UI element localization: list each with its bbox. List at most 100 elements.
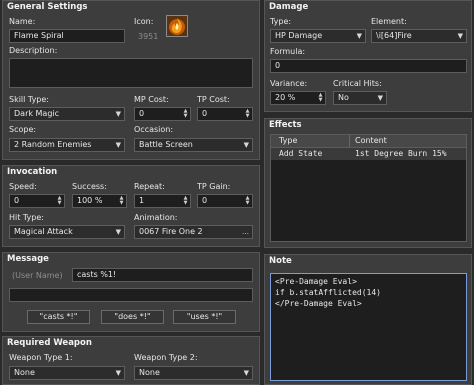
hit-type-select[interactable]: Magical Attack ▼: [9, 225, 125, 239]
chevron-down-icon: ▼: [243, 369, 249, 377]
animation-select[interactable]: 0067 Fire One 2 …: [134, 225, 253, 239]
required-weapon-title: Required Weapon: [7, 338, 92, 348]
tp-cost-value: 0: [202, 109, 208, 118]
col-content-header[interactable]: Content: [355, 136, 387, 145]
chevron-down-icon: ▼: [115, 228, 121, 236]
effects-table[interactable]: Type Content Add State 1st Degree Burn 1…: [270, 134, 467, 242]
tp-cost-spinner[interactable]: 0 ▲ ▼: [197, 107, 253, 121]
spinner-arrows-icon[interactable]: ▲ ▼: [244, 109, 251, 119]
mp-cost-label: MP Cost:: [134, 95, 169, 104]
invocation-title: Invocation: [7, 167, 58, 177]
effects-panel: Effects Type Content Add State 1st Degre…: [264, 118, 472, 248]
element-select[interactable]: \i[64]Fire ▼: [371, 29, 467, 43]
message-line1-input[interactable]: casts %1!: [72, 268, 253, 282]
weapon-type1-value: None: [14, 368, 35, 377]
tp-gain-spinner[interactable]: 0 ▲ ▼: [197, 194, 253, 208]
tp-gain-value: 0: [202, 196, 208, 205]
hit-type-value: Magical Attack: [14, 227, 73, 236]
message-line2-input[interactable]: [9, 288, 253, 302]
message-panel: Message (User Name) casts %1! "casts *!"…: [2, 252, 260, 332]
weapon-type1-select[interactable]: None ▼: [9, 366, 125, 380]
user-name-placeholder: (User Name): [12, 271, 63, 280]
mp-cost-value: 0: [139, 109, 145, 118]
scope-value: 2 Random Enemies: [14, 140, 92, 149]
note-title: Note: [269, 256, 292, 266]
damage-title: Damage: [269, 2, 309, 12]
note-line: <Pre-Damage Eval>: [275, 277, 357, 286]
scope-label: Scope:: [9, 125, 37, 134]
repeat-spinner[interactable]: 1 ▲ ▼: [134, 194, 191, 208]
description-label: Description:: [9, 46, 58, 55]
critical-hits-value: No: [338, 93, 349, 102]
formula-label: Formula:: [270, 47, 306, 56]
scope-select[interactable]: 2 Random Enemies ▼: [9, 138, 125, 152]
effect-content-cell: 1st Degree Burn 15%: [355, 149, 447, 158]
chevron-down-icon: ▼: [243, 141, 249, 149]
does-button[interactable]: "does *!": [101, 310, 164, 324]
skill-type-select[interactable]: Dark Magic ▼: [9, 107, 125, 121]
variance-value: 20 %: [275, 93, 296, 102]
variance-spinner[interactable]: 20 % ▲ ▼: [270, 91, 326, 105]
damage-type-value: HP Damage: [275, 31, 323, 40]
general-settings-title: General Settings: [7, 2, 88, 12]
chevron-down-icon: ▼: [356, 32, 362, 40]
table-row[interactable]: Add State 1st Degree Burn 15%: [271, 148, 466, 160]
message-title: Message: [7, 254, 49, 264]
damage-type-select[interactable]: HP Damage ▼: [270, 29, 366, 43]
weapon-type1-label: Weapon Type 1:: [9, 353, 73, 362]
effects-title: Effects: [269, 120, 302, 130]
casts-button[interactable]: "casts *!": [27, 310, 90, 324]
chevron-down-icon: ▼: [457, 32, 463, 40]
effects-header: Type Content: [271, 135, 466, 148]
col-type-header[interactable]: Type: [279, 136, 297, 145]
weapon-type2-select[interactable]: None ▼: [134, 366, 253, 380]
flame-spiral-icon[interactable]: [166, 15, 188, 37]
critical-hits-select[interactable]: No ▼: [333, 91, 387, 105]
name-label: Name:: [9, 17, 36, 26]
note-line: </Pre-Damage Eval>: [275, 299, 362, 308]
description-textarea[interactable]: [9, 58, 253, 88]
spinner-arrows-icon[interactable]: ▲ ▼: [182, 109, 189, 119]
hit-type-label: Hit Type:: [9, 213, 44, 222]
element-value: \i[64]Fire: [376, 31, 412, 40]
note-line: if b.statAfflicted(14): [275, 288, 381, 297]
spinner-arrows-icon[interactable]: ▲ ▼: [244, 196, 251, 206]
damage-type-label: Type:: [270, 17, 292, 26]
variance-label: Variance:: [270, 79, 308, 88]
note-textarea[interactable]: <Pre-Damage Eval> if b.statAfflicted(14)…: [270, 273, 467, 381]
mp-cost-spinner[interactable]: 0 ▲ ▼: [134, 107, 191, 121]
animation-value: 0067 Fire One 2: [139, 227, 203, 236]
element-label: Element:: [371, 17, 407, 26]
occasion-select[interactable]: Battle Screen ▼: [134, 138, 253, 152]
name-input[interactable]: Flame Spiral: [9, 29, 125, 43]
damage-panel: Damage Type: HP Damage ▼ Element: \i[64]…: [264, 0, 472, 112]
chevron-down-icon: ▼: [115, 369, 121, 377]
chevron-down-icon: ▼: [115, 141, 121, 149]
uses-button[interactable]: "uses *!": [173, 310, 236, 324]
weapon-type2-value: None: [139, 368, 160, 377]
repeat-label: Repeat:: [134, 182, 165, 191]
invocation-panel: Invocation Speed: 0 ▲ ▼ Success: 100 % ▲ ▼…: [2, 165, 260, 247]
tp-cost-label: TP Cost:: [197, 95, 230, 104]
column-divider: [349, 135, 350, 147]
spinner-arrows-icon[interactable]: ▲ ▼: [182, 196, 189, 206]
critical-hits-label: Critical Hits:: [333, 79, 382, 88]
required-weapon-panel: Required Weapon Weapon Type 1: None ▼ We…: [2, 336, 260, 385]
ellipsis-icon: …: [242, 228, 249, 236]
speed-value: 0: [14, 196, 20, 205]
success-spinner[interactable]: 100 % ▲ ▼: [72, 194, 127, 208]
effect-type-cell: Add State: [279, 149, 323, 158]
weapon-type2-label: Weapon Type 2:: [134, 353, 198, 362]
speed-spinner[interactable]: 0 ▲ ▼: [9, 194, 65, 208]
spinner-arrows-icon[interactable]: ▲ ▼: [118, 196, 125, 206]
tp-gain-label: TP Gain:: [197, 182, 231, 191]
chevron-down-icon: ▼: [115, 110, 121, 118]
icon-index: 3951: [138, 32, 159, 41]
note-panel: Note <Pre-Damage Eval> if b.statAfflicte…: [264, 254, 472, 385]
general-settings-panel: General Settings Name: Flame Spiral Icon…: [2, 0, 260, 160]
chevron-down-icon: ▼: [377, 94, 383, 102]
spinner-arrows-icon[interactable]: ▲ ▼: [317, 93, 324, 103]
formula-input[interactable]: 0: [270, 59, 467, 73]
spinner-arrows-icon[interactable]: ▲ ▼: [56, 196, 63, 206]
icon-label: Icon:: [134, 17, 154, 26]
